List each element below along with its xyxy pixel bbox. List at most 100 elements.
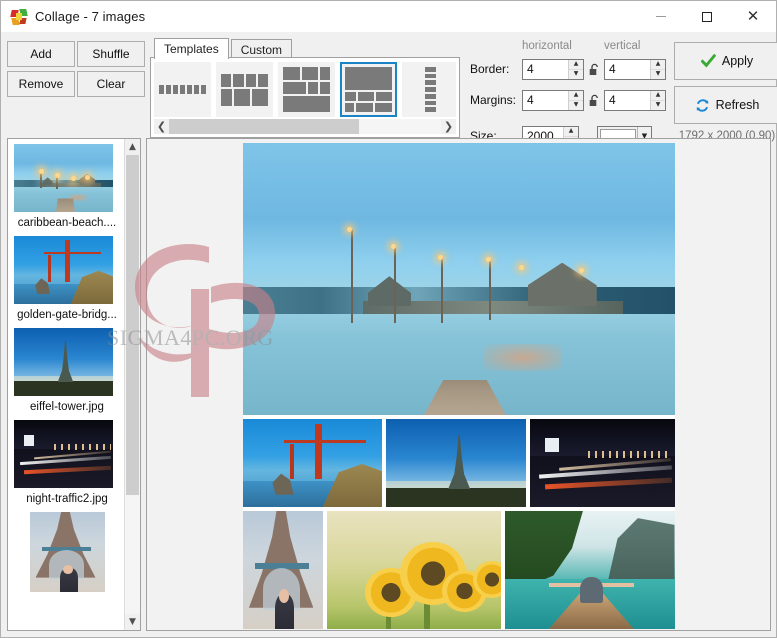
file-action-buttons: Add Shuffle Remove Clear [7, 38, 145, 138]
remove-button[interactable]: Remove [7, 71, 75, 97]
spin-down-icon[interactable]: ▼ [651, 70, 665, 79]
thumbnail[interactable] [30, 512, 105, 592]
spin-up-icon[interactable]: ▲ [564, 127, 578, 137]
collage-cell[interactable] [327, 511, 501, 629]
thumbnail[interactable] [14, 144, 113, 212]
margins-lock-toggle[interactable] [584, 94, 604, 107]
close-button[interactable]: ✕ [730, 1, 776, 33]
spin-up-icon[interactable]: ▲ [651, 60, 665, 70]
unlocked-padlock-icon [589, 63, 600, 76]
refresh-label: Refresh [716, 98, 760, 112]
main-area: caribbean-beach.... golden-gate-bridg... [1, 138, 776, 637]
template-5-vertical-strip[interactable] [402, 62, 456, 117]
apply-label: Apply [722, 54, 753, 68]
thumbnail[interactable] [14, 236, 113, 304]
spin-up-icon[interactable]: ▲ [569, 91, 583, 101]
unlocked-padlock-icon [589, 94, 600, 107]
template-strip [154, 62, 456, 118]
horizontal-header: horizontal [522, 40, 604, 56]
collage-cell[interactable] [386, 419, 526, 507]
collage-cell[interactable] [243, 511, 324, 629]
add-button[interactable]: Add [7, 41, 75, 67]
action-panel: Apply Refresh 1792 x 2000 (0.90) [674, 38, 777, 138]
collage-app-window: Collage - 7 images ✕ Add Shuffle Remove … [0, 0, 777, 638]
scrollbar-thumb[interactable] [169, 119, 359, 134]
clear-button[interactable]: Clear [77, 71, 145, 97]
window-controls: ✕ [638, 1, 776, 33]
margins-vertical-spin-buttons[interactable]: ▲ ▼ [650, 91, 665, 110]
file-list-inner: caribbean-beach.... golden-gate-bridg... [8, 139, 124, 630]
margins-horizontal-stepper[interactable]: ▲ ▼ [522, 90, 584, 111]
tab-templates[interactable]: Templates [154, 38, 229, 59]
collage-cell[interactable] [505, 511, 675, 629]
collage-cell[interactable] [530, 419, 674, 507]
spin-down-icon[interactable]: ▼ [569, 101, 583, 110]
collage-preview[interactable] [146, 138, 771, 631]
margins-label: Margins: [470, 93, 522, 107]
apply-button[interactable]: Apply [674, 42, 777, 80]
border-horizontal-stepper[interactable]: ▲ ▼ [522, 59, 584, 80]
border-vertical-stepper[interactable]: ▲ ▼ [604, 59, 666, 80]
refresh-button[interactable]: Refresh [674, 86, 777, 124]
chevron-left-icon[interactable]: ❮ [154, 119, 169, 134]
window-title: Collage - 7 images [35, 9, 145, 24]
collage-row [243, 419, 675, 507]
spin-down-icon[interactable]: ▼ [569, 70, 583, 79]
border-label: Border: [470, 62, 522, 76]
minimize-button[interactable] [638, 1, 684, 33]
tab-custom[interactable]: Custom [231, 39, 292, 59]
list-item[interactable] [14, 512, 120, 592]
chevron-right-icon[interactable]: ❯ [441, 119, 456, 134]
scrollbar-thumb[interactable] [126, 155, 139, 495]
spin-up-icon[interactable]: ▲ [569, 60, 583, 70]
blue-refresh-icon [695, 98, 710, 113]
collage-canvas[interactable] [243, 143, 675, 629]
settings-panel: horizontal vertical Border: ▲ ▼ [470, 38, 666, 138]
templates-panel: Templates Custom [150, 38, 460, 138]
template-1-strip[interactable] [154, 62, 211, 117]
border-lock-toggle[interactable] [584, 63, 604, 76]
template-4-hero-top[interactable] [340, 62, 397, 117]
collage-cell[interactable] [243, 419, 383, 507]
border-horizontal-spin-buttons[interactable]: ▲ ▼ [568, 60, 583, 79]
templates-horizontal-scrollbar[interactable]: ❮ ❯ [154, 119, 456, 134]
thumbnail[interactable] [14, 420, 113, 488]
toolbar: Add Shuffle Remove Clear Templates Custo… [1, 33, 776, 138]
margins-row: Margins: ▲ ▼ ▲ [470, 87, 666, 113]
collage-cell[interactable] [243, 143, 675, 415]
list-item[interactable]: golden-gate-bridg... [14, 236, 120, 321]
thumbnail[interactable] [14, 328, 113, 396]
margins-horizontal-spin-buttons[interactable]: ▲ ▼ [568, 91, 583, 110]
margins-horizontal-input[interactable] [523, 91, 568, 110]
title-bar: Collage - 7 images ✕ [1, 1, 776, 33]
file-list-scrollbar[interactable]: ▲ ▼ [124, 139, 140, 630]
spin-up-icon[interactable]: ▲ [651, 91, 665, 101]
vertical-header: vertical [604, 40, 640, 56]
maximize-button[interactable] [684, 1, 730, 33]
scrollbar-track[interactable] [169, 119, 441, 134]
margins-vertical-input[interactable] [605, 91, 650, 110]
minimize-icon [656, 16, 666, 17]
green-check-icon [701, 54, 716, 68]
list-item[interactable]: eiffel-tower.jpg [14, 328, 120, 413]
border-row: Border: ▲ ▼ ▲ [470, 56, 666, 82]
templates-tab-body: ❮ ❯ [150, 57, 460, 138]
tab-bar: Templates Custom [150, 38, 460, 58]
template-3-mosaic[interactable] [278, 62, 335, 117]
border-vertical-spin-buttons[interactable]: ▲ ▼ [650, 60, 665, 79]
border-vertical-input[interactable] [605, 60, 650, 79]
chevron-up-icon[interactable]: ▲ [125, 139, 140, 155]
shuffle-button[interactable]: Shuffle [77, 41, 145, 67]
list-item[interactable]: night-traffic2.jpg [14, 420, 120, 505]
maximize-icon [702, 12, 712, 22]
chevron-down-icon[interactable]: ▼ [125, 614, 140, 630]
border-horizontal-input[interactable] [523, 60, 568, 79]
spin-down-icon[interactable]: ▼ [651, 101, 665, 110]
template-2-grid[interactable] [216, 62, 273, 117]
list-item[interactable]: caribbean-beach.... [14, 144, 120, 229]
image-file-list[interactable]: caribbean-beach.... golden-gate-bridg... [7, 138, 141, 631]
margins-vertical-stepper[interactable]: ▲ ▼ [604, 90, 666, 111]
file-name: eiffel-tower.jpg [14, 401, 120, 413]
scrollbar-track[interactable] [125, 155, 140, 614]
file-name: night-traffic2.jpg [14, 493, 120, 505]
